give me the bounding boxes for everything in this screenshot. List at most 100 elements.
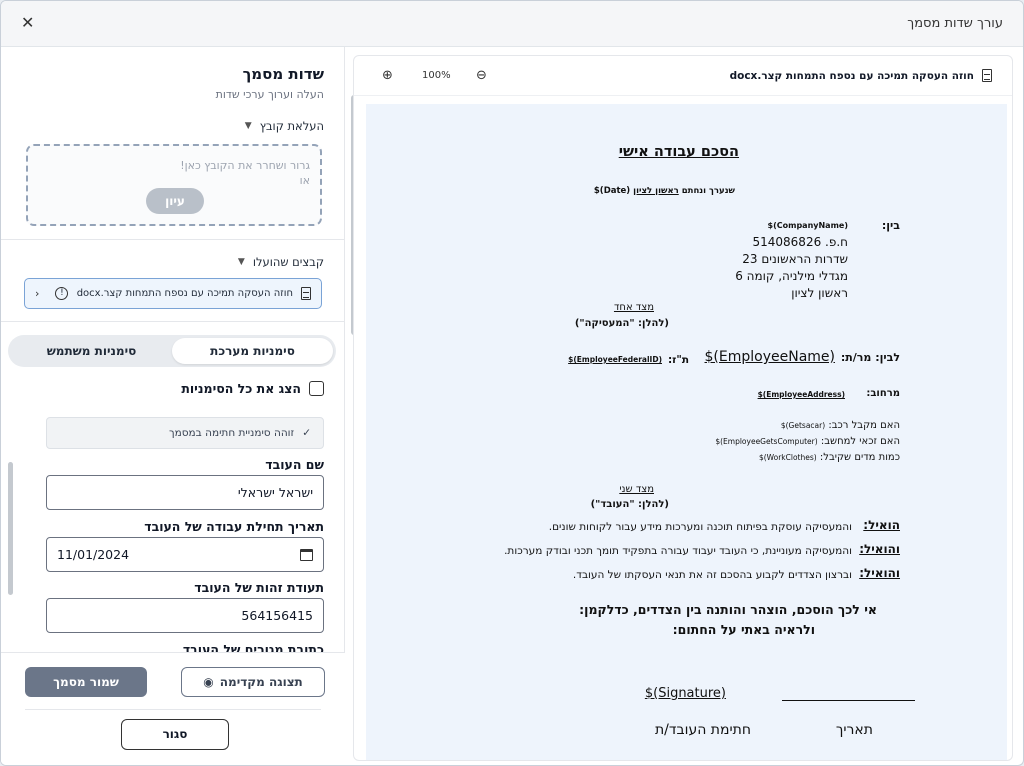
info-icon[interactable]: !: [55, 287, 69, 300]
employee-id-input[interactable]: 564156415: [46, 598, 324, 633]
upload-section-toggle[interactable]: העלאת קובץ ▼: [245, 119, 324, 133]
uploaded-file-name: חוזה העסקה תמיכה עם נספח התמחות קצר.docx: [76, 288, 293, 299]
action-bar: תצוגה מקדימה ◉ שמור מסמך סגור: [1, 652, 345, 765]
employee-id-field: $(EmployeeFederalID): [568, 355, 662, 364]
check-icon: ✓: [302, 427, 311, 439]
party-two-alias: (להלן: "העובד"): [590, 499, 669, 510]
dropzone-or: או: [299, 174, 310, 187]
viewer-file-name: חוזה העסקה תמיכה עם נספח התמחות קצר.docx: [729, 69, 974, 82]
employee-name-field: $(EmployeeName): [704, 349, 835, 365]
whereas-text: והמעסיקה מעוניינת, כי העובד יעבוד עבורה …: [504, 545, 852, 557]
file-icon: [982, 69, 992, 82]
start-date-value: 11/01/2024: [57, 547, 130, 562]
file-icon: [301, 287, 311, 300]
made-prefix: שנערך ונחתם: [681, 186, 735, 196]
party-two: מצד שני: [619, 484, 654, 495]
between-label: בין:: [881, 219, 900, 232]
question-text: האם מקבל רכב:: [828, 420, 900, 431]
zoom-level: 100%: [422, 70, 451, 81]
document-fields-dialog: ✕ עורך שדות מסמך שדות מסמך העלה וערוך ער…: [0, 0, 1024, 766]
employee-address-field: $(EmployeeAddress): [757, 390, 845, 399]
whereas-key: והואיל:: [859, 542, 900, 556]
question-value: $(EmployeeGetsComputer): [715, 437, 818, 446]
chevron-down-icon: ▼: [237, 257, 245, 267]
question-line: האם מקבל רכב: $(Getsacar): [781, 420, 900, 431]
question-value: $(Getsacar): [780, 421, 826, 430]
dropzone-hint-text: גרור ושחרר את הקובץ כאן!: [180, 159, 310, 172]
start-date-input[interactable]: 11/01/2024: [46, 537, 324, 572]
conclusion-line: ולראיה באתי על החתום:: [672, 622, 815, 637]
panel-title: שדות מסמך: [242, 65, 324, 83]
party-one-alias: (להלן: "המעסיקה"): [574, 318, 669, 329]
preview-label: תצוגה מקדימה: [219, 675, 303, 689]
signature-detected-notice: ✓ זוהה סימניית חתימה במסמך: [46, 417, 324, 449]
signature-label: חתימת העובד/ת: [654, 722, 751, 738]
panel-scrollbar[interactable]: [8, 462, 13, 595]
show-all-bookmarks[interactable]: הצג את כל הסימניות: [181, 381, 324, 396]
chevron-left-icon[interactable]: ‹: [35, 287, 39, 300]
date-line: [782, 700, 915, 701]
made-date: $(Date): [593, 186, 631, 196]
panel-subtitle: העלה וערוך ערכי שדות: [215, 88, 324, 101]
question-text: האם זכאי למחשב:: [820, 436, 900, 447]
employee-id-label: תעודת זהות של העובד: [194, 580, 324, 595]
question-line: כמות מדים שקיבל: $(WorkClothes): [759, 452, 900, 463]
uploaded-section-toggle[interactable]: קבצים שהועלו ▼: [238, 255, 324, 269]
viewer-file-title: חוזה העסקה תמיכה עם נספח התמחות קצר.docx: [730, 69, 992, 82]
start-date-label: תאריך תחילת עבודה של העובד: [144, 519, 324, 534]
party-one: מצד אחד: [613, 302, 654, 313]
file-dropzone[interactable]: גרור ושחרר את הקובץ כאן! או עיון: [26, 144, 322, 226]
whereas-text: וברצון הצדדים לקבוע בהסכם זה את תנאי העס…: [572, 569, 852, 581]
company-line: ח.פ. 514086826: [752, 235, 849, 249]
eye-icon: ◉: [203, 675, 214, 689]
zoom-in-icon[interactable]: ⊕: [382, 68, 393, 83]
company-line: מגדלי מילניה, קומה 6: [735, 269, 848, 283]
tab-user-bookmarks[interactable]: סימניות משתמש: [11, 338, 172, 364]
conclusion-line: אי לכך הוסכם, הוצהר והותנה בין הצדדים, כ…: [579, 602, 877, 617]
close-button[interactable]: סגור: [121, 719, 229, 750]
bookmark-tabs: סימניות מערכת סימניות משתמש: [8, 335, 336, 367]
save-document-button[interactable]: שמור מסמך: [25, 667, 147, 697]
title-bar: ✕ עורך שדות מסמך: [1, 1, 1023, 47]
detected-text: זוהה סימניית חתימה במסמך: [168, 427, 295, 439]
made-city: ראשון לציון: [633, 186, 679, 196]
employee-name-label: שם העובד: [265, 457, 324, 472]
zoom-out-icon[interactable]: ⊖: [476, 68, 487, 83]
date-label: תאריך: [835, 722, 873, 738]
company-name-field: $(CompanyName): [767, 221, 848, 230]
and-between-label: לבין: מר/ת:: [840, 351, 900, 364]
document-viewer: ⊕ 100% ⊖ חוזה העסקה תמיכה עם נספח התמחות…: [353, 55, 1013, 761]
question-line: האם זכאי למחשב: $(EmployeeGetsComputer): [715, 436, 900, 447]
whereas-text: והמעסיקה עוסקת בפיתוח תוכנה ומערכות מידע…: [548, 521, 852, 533]
dropzone-hint: גרור ושחרר את הקובץ כאן! או: [180, 158, 310, 188]
browse-button[interactable]: עיון: [146, 188, 204, 214]
question-text: כמות מדים שקיבל:: [819, 452, 900, 463]
divider: [25, 709, 321, 710]
doc-made-line: שנערך ונחתם ראשון לציון $(Date): [594, 186, 735, 196]
close-icon[interactable]: ✕: [21, 13, 34, 32]
doc-title: הסכם עבודה אישי: [618, 144, 739, 160]
uploaded-section-label: קבצים שהועלו: [252, 255, 324, 269]
employee-name-input[interactable]: ישראל ישראלי: [46, 475, 324, 510]
whereas-key: הואיל:: [863, 518, 900, 532]
viewer-toolbar: ⊕ 100% ⊖ חוזה העסקה תמיכה עם נספח התמחות…: [354, 56, 1012, 96]
uploaded-file-item[interactable]: חוזה העסקה תמיכה עם נספח התמחות קצר.docx…: [24, 278, 322, 309]
divider: [1, 239, 344, 240]
show-all-checkbox[interactable]: [309, 381, 324, 396]
whereas-key: והואיל:: [859, 566, 900, 580]
fields-panel: שדות מסמך העלה וערוך ערכי שדות העלאת קוב…: [1, 47, 345, 765]
window-title: עורך שדות מסמך: [907, 16, 1003, 31]
id-label: ת"ז:: [667, 354, 689, 366]
upload-section-label: העלאת קובץ: [259, 119, 324, 133]
divider: [1, 321, 344, 322]
question-value: $(WorkClothes): [758, 453, 817, 462]
preview-button[interactable]: תצוגה מקדימה ◉: [181, 667, 325, 697]
show-all-label: הצג את כל הסימניות: [181, 381, 301, 396]
street-label: מרחוב:: [866, 388, 900, 399]
document-page: הסכם עבודה אישי שנערך ונחתם ראשון לציון …: [366, 104, 1007, 760]
signature-field: $(Signature): [644, 686, 726, 701]
calendar-icon[interactable]: [300, 548, 313, 561]
company-line: ראשון לציון: [791, 286, 848, 300]
chevron-down-icon: ▼: [244, 121, 252, 131]
tab-system-bookmarks[interactable]: סימניות מערכת: [172, 338, 333, 364]
